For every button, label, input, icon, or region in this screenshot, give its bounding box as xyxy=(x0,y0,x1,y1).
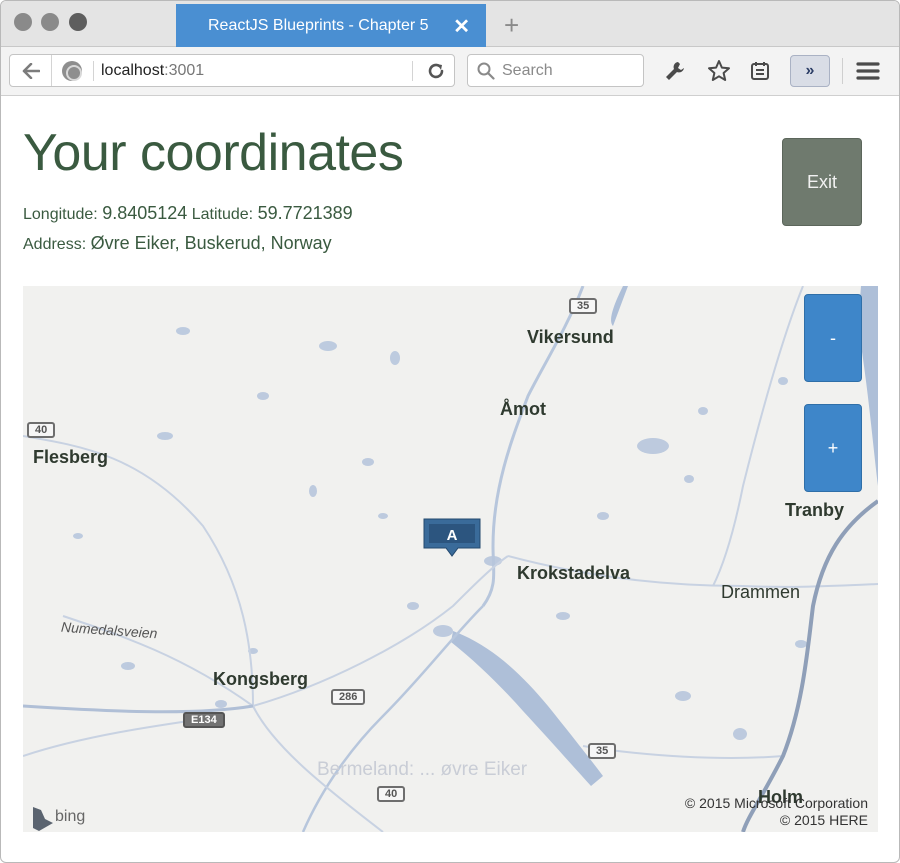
road-shield: 40 xyxy=(377,786,406,802)
new-tab-button[interactable]: + xyxy=(504,10,519,41)
longitude-value: 9.8405124 xyxy=(102,203,188,223)
copyright-microsoft: © 2015 Microsoft Corporation xyxy=(684,795,868,811)
faded-place-label: Bermeland: ... øvre Eiker xyxy=(317,759,528,780)
place-label: Krokstadelva xyxy=(517,563,631,583)
address-line: Address: Øvre Eiker, Buskerud, Norway xyxy=(23,233,332,254)
bing-wordmark: bing xyxy=(55,808,86,825)
star-icon xyxy=(708,60,730,81)
search-input[interactable] xyxy=(502,57,638,84)
developer-tools-button[interactable] xyxy=(660,56,690,86)
tab-close-icon[interactable]: ✕ xyxy=(453,14,470,39)
address-label: Address: xyxy=(23,236,87,253)
back-arrow-icon xyxy=(22,62,40,79)
search-icon xyxy=(477,62,495,80)
map[interactable]: 35 40 286 E134 35 40 Vikersund Åmot Fles… xyxy=(23,286,878,832)
url-host: localhost xyxy=(101,62,165,79)
address-value: Øvre Eiker, Buskerud, Norway xyxy=(90,233,332,253)
coordinates-line: Longitude: 9.8405124 Latitude: 59.772138… xyxy=(23,203,353,224)
place-label: Tranby xyxy=(785,500,845,520)
tab-bar: ReactJS Blueprints - Chapter 5 ✕ + xyxy=(1,1,899,47)
reading-list-icon xyxy=(751,62,769,80)
map-background xyxy=(23,286,878,832)
tab-title: ReactJS Blueprints - Chapter 5 xyxy=(208,17,429,34)
url-text[interactable]: localhost:3001 xyxy=(101,62,204,80)
search-bar[interactable] xyxy=(467,54,644,87)
latitude-label: Latitude: xyxy=(191,206,254,223)
overflow-button[interactable]: » xyxy=(790,55,830,87)
globe-icon xyxy=(62,61,82,81)
url-bar[interactable]: localhost:3001 xyxy=(9,54,455,87)
reload-icon xyxy=(428,63,444,78)
bing-attribution[interactable]: bing xyxy=(33,808,85,826)
url-port: :3001 xyxy=(164,62,205,79)
longitude-label: Longitude: xyxy=(23,206,98,223)
road-shield: 35 xyxy=(588,743,617,759)
place-label: Flesberg xyxy=(33,447,109,467)
location-marker[interactable]: A xyxy=(423,518,481,558)
tab-active[interactable]: ReactJS Blueprints - Chapter 5 ✕ xyxy=(176,4,486,47)
exit-button[interactable]: Exit xyxy=(782,138,862,226)
nav-toolbar: localhost:3001 Search » xyxy=(1,47,899,96)
page-title: Your coordinates xyxy=(23,124,404,182)
reload-button[interactable] xyxy=(418,55,454,86)
divider xyxy=(842,58,843,84)
bookmark-button[interactable] xyxy=(704,56,734,86)
menu-icon xyxy=(856,62,880,80)
place-label: Kongsberg xyxy=(213,669,309,689)
reading-list-button[interactable] xyxy=(745,56,775,86)
place-label: Åmot xyxy=(500,399,546,419)
zoom-in-button[interactable]: + xyxy=(804,404,862,492)
zoom-out-button[interactable]: - xyxy=(804,294,862,382)
marker-label: A xyxy=(447,527,458,544)
road-shield: 40 xyxy=(27,422,56,438)
browser-window: ReactJS Blueprints - Chapter 5 ✕ + local… xyxy=(0,0,900,863)
close-window-button[interactable] xyxy=(14,13,32,31)
road-shield: 35 xyxy=(569,298,598,314)
road-shield: 286 xyxy=(331,689,366,705)
copyright-here: © 2015 HERE xyxy=(779,812,868,828)
divider xyxy=(412,61,413,81)
wrench-icon xyxy=(666,62,684,80)
zoom-window-button[interactable] xyxy=(69,13,87,31)
place-label: Vikersund xyxy=(527,327,614,347)
minimize-window-button[interactable] xyxy=(41,13,59,31)
menu-button[interactable] xyxy=(853,56,883,86)
divider xyxy=(93,61,94,81)
map-pin-icon: A xyxy=(423,518,481,557)
road-shield: E134 xyxy=(183,712,225,728)
latitude-value: 59.7721389 xyxy=(257,203,353,223)
back-button[interactable] xyxy=(10,55,52,86)
place-label: Drammen xyxy=(721,582,801,602)
